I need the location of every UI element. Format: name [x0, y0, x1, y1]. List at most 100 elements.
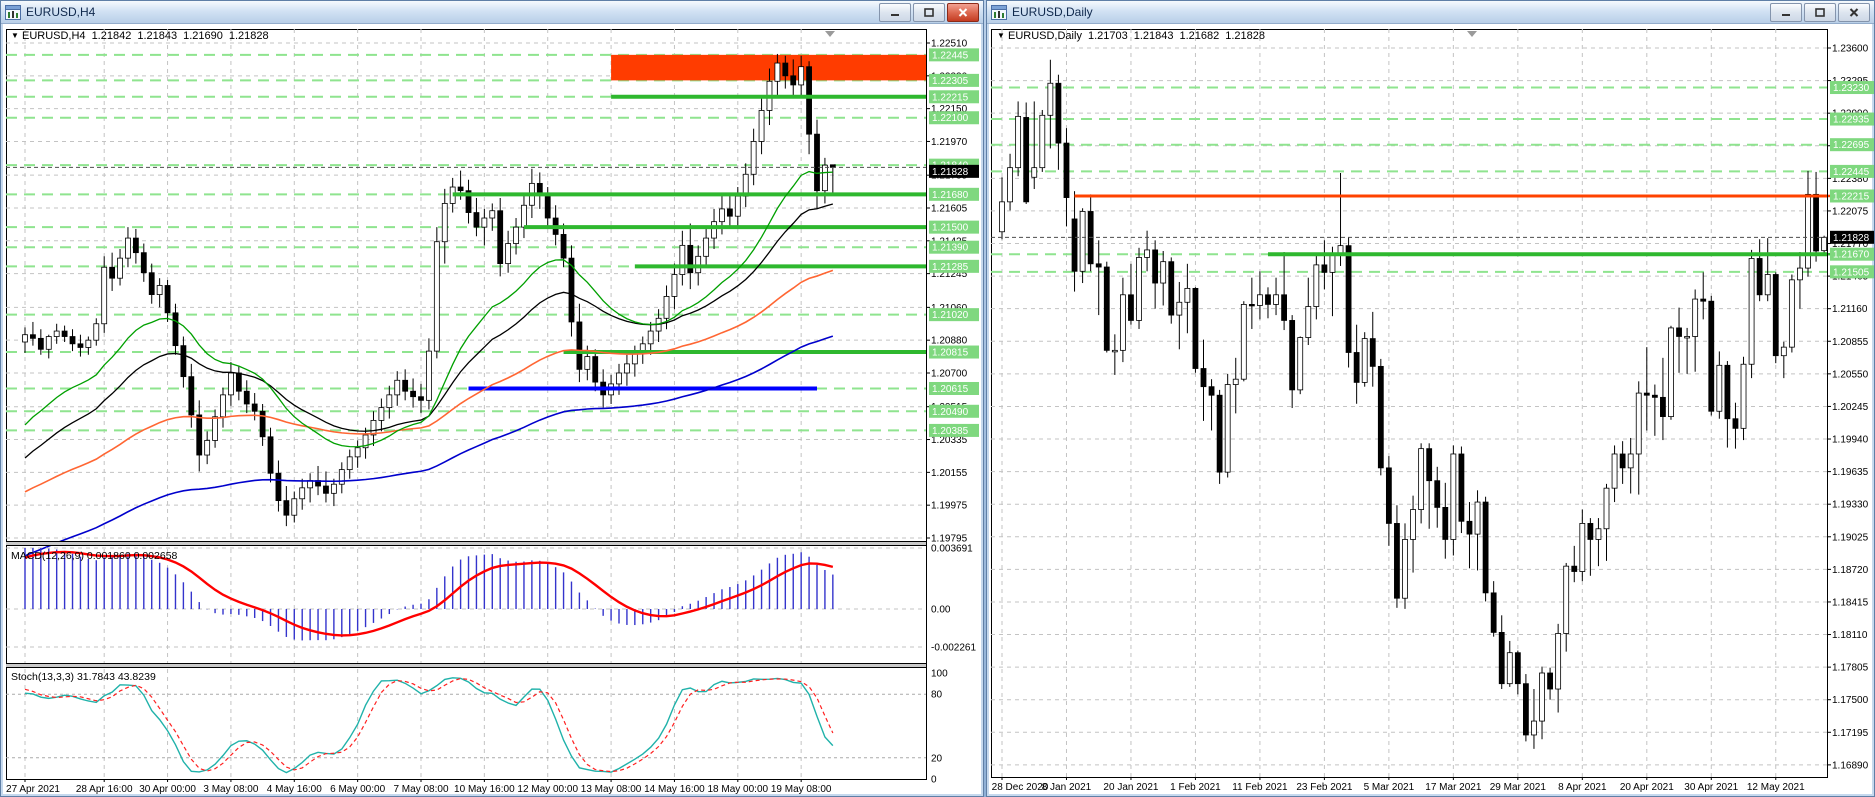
svg-text:1.21020: 1.21020	[932, 310, 969, 321]
svg-text:1.19330: 1.19330	[1832, 500, 1869, 511]
maximize-button[interactable]	[1804, 2, 1836, 22]
low-value: 1.21682	[1179, 30, 1220, 42]
open-value: 1.21842	[91, 30, 132, 42]
stoch-indicator-label: Stoch(13,3,3) 31.7843 43.8239	[11, 671, 156, 683]
svg-text:5 Mar 2021: 5 Mar 2021	[1364, 782, 1415, 793]
svg-text:1.21285: 1.21285	[932, 262, 969, 273]
svg-text:1.20155: 1.20155	[931, 468, 968, 479]
svg-text:1.22695: 1.22695	[1833, 140, 1870, 151]
svg-text:1.19025: 1.19025	[1832, 532, 1869, 543]
svg-text:1.21670: 1.21670	[1833, 250, 1870, 261]
svg-text:1.18415: 1.18415	[1832, 597, 1869, 608]
close-icon[interactable]	[1838, 2, 1870, 22]
svg-text:1.22215: 1.22215	[1833, 191, 1870, 202]
svg-text:1.20550: 1.20550	[1832, 369, 1869, 380]
svg-text:1.22445: 1.22445	[1833, 167, 1870, 178]
svg-text:10 May 16:00: 10 May 16:00	[454, 784, 515, 795]
svg-text:-0.002261: -0.002261	[931, 642, 976, 653]
svg-text:20: 20	[931, 753, 943, 764]
svg-text:1.21680: 1.21680	[932, 190, 969, 201]
svg-text:14 May 16:00: 14 May 16:00	[644, 784, 705, 795]
svg-text:1.19635: 1.19635	[1832, 467, 1869, 478]
svg-text:18 May 00:00: 18 May 00:00	[707, 784, 768, 795]
svg-text:17 Mar 2021: 17 Mar 2021	[1425, 782, 1482, 793]
svg-text:1.22305: 1.22305	[932, 76, 969, 87]
window-title: EURUSD,H4	[26, 5, 96, 19]
svg-text:1.23600: 1.23600	[1832, 44, 1869, 55]
svg-text:1.19940: 1.19940	[1832, 435, 1869, 446]
stoch-values: 31.7843 43.8239	[76, 671, 156, 683]
chevron-down-icon: ▼	[11, 31, 19, 40]
chart-icon	[5, 4, 21, 20]
open-value: 1.21703	[1087, 30, 1128, 42]
svg-text:1.20385: 1.20385	[932, 426, 969, 437]
svg-text:1.17195: 1.17195	[1832, 728, 1869, 739]
svg-text:29 Mar 2021: 29 Mar 2021	[1490, 782, 1547, 793]
svg-text:1.20245: 1.20245	[1832, 402, 1869, 413]
window-title: EURUSD,Daily	[1012, 5, 1093, 19]
svg-text:20 Jan 2021: 20 Jan 2021	[1103, 782, 1158, 793]
chart-window-h4: EURUSD,H4 1.225101.223301.221501.219701.…	[0, 0, 984, 797]
minimize-button[interactable]	[1770, 2, 1802, 22]
svg-text:1.22510: 1.22510	[931, 39, 968, 50]
svg-text:7 May 08:00: 7 May 08:00	[393, 784, 448, 795]
titlebar-daily[interactable]: EURUSD,Daily	[987, 1, 1874, 24]
symbol-label: EURUSD,H4	[21, 30, 86, 42]
svg-text:0.003691: 0.003691	[931, 544, 973, 555]
ohlc-info-h4: ▼ EURUSD,H4 1.21842 1.21843 1.21690 1.21828	[11, 30, 269, 42]
svg-text:12 May 00:00: 12 May 00:00	[517, 784, 578, 795]
macd-title: MACD(12,26,9)	[11, 550, 84, 562]
svg-text:8 Jan 2021: 8 Jan 2021	[1042, 782, 1092, 793]
svg-text:1.20815: 1.20815	[932, 348, 969, 359]
low-value: 1.21690	[183, 30, 223, 42]
svg-text:30 Apr 00:00: 30 Apr 00:00	[139, 784, 196, 795]
svg-text:28 Apr 16:00: 28 Apr 16:00	[76, 784, 133, 795]
ohlc-info-daily: ▼ EURUSD,Daily 1.21703 1.21843 1.21682 1.218…	[997, 30, 1265, 42]
svg-text:1.22075: 1.22075	[1832, 206, 1869, 217]
svg-text:1.18720: 1.18720	[1832, 565, 1869, 576]
svg-text:19 May 08:00: 19 May 08:00	[771, 784, 832, 795]
svg-text:1 Feb 2021: 1 Feb 2021	[1170, 782, 1221, 793]
svg-text:1.20700: 1.20700	[931, 368, 968, 379]
svg-text:4 May 16:00: 4 May 16:00	[267, 784, 322, 795]
chart-icon	[991, 4, 1007, 20]
svg-text:13 May 08:00: 13 May 08:00	[581, 784, 642, 795]
svg-text:1.20855: 1.20855	[1832, 337, 1869, 348]
svg-text:30 Apr 2021: 30 Apr 2021	[1684, 782, 1738, 793]
daily-chart-canvas[interactable]: 1.236001.232951.229901.226851.223801.220…	[989, 24, 1874, 796]
svg-text:1.22445: 1.22445	[932, 50, 969, 61]
svg-text:100: 100	[931, 669, 948, 680]
svg-text:0.00: 0.00	[931, 605, 951, 616]
svg-text:23 Feb 2021: 23 Feb 2021	[1296, 782, 1353, 793]
svg-text:1.21605: 1.21605	[931, 203, 968, 214]
chevron-down-icon: ▼	[997, 31, 1005, 40]
high-value: 1.21843	[137, 30, 178, 42]
macd-indicator-label: MACD(12,26,9) 0.001860 0.002658	[11, 550, 177, 562]
svg-text:1.18110: 1.18110	[1832, 630, 1868, 641]
close-icon[interactable]	[947, 2, 979, 22]
svg-text:1.21390: 1.21390	[932, 243, 969, 254]
svg-text:1.21160: 1.21160	[1832, 304, 1868, 315]
svg-text:1.23230: 1.23230	[1833, 83, 1870, 94]
high-value: 1.21843	[1133, 30, 1174, 42]
chart-area-daily[interactable]: 1.236001.232951.229901.226851.223801.220…	[989, 24, 1874, 796]
svg-text:1.22935: 1.22935	[1833, 115, 1870, 126]
minimize-button[interactable]	[879, 2, 911, 22]
svg-text:1.21500: 1.21500	[932, 223, 969, 234]
chart-area-h4[interactable]: 1.225101.223301.221501.219701.217851.216…	[3, 24, 981, 795]
svg-text:1.21970: 1.21970	[931, 137, 968, 148]
maximize-button[interactable]	[913, 2, 945, 22]
mdi-workspace: EURUSD,H4 1.225101.223301.221501.219701.…	[0, 0, 1875, 797]
svg-text:1.16890: 1.16890	[1832, 760, 1869, 771]
svg-text:6 May 00:00: 6 May 00:00	[330, 784, 385, 795]
stoch-title: Stoch(13,3,3)	[11, 671, 75, 683]
svg-text:11 Feb 2021: 11 Feb 2021	[1232, 782, 1288, 793]
svg-text:1.22100: 1.22100	[932, 113, 969, 124]
titlebar-h4[interactable]: EURUSD,H4	[1, 1, 983, 24]
svg-text:27 Apr 2021: 27 Apr 2021	[6, 784, 60, 795]
svg-text:1.21828: 1.21828	[1833, 233, 1870, 244]
macd-values: 0.001860 0.002658	[86, 550, 178, 562]
svg-text:1.22215: 1.22215	[932, 92, 969, 103]
svg-text:1.17500: 1.17500	[1832, 695, 1869, 706]
svg-text:1.17805: 1.17805	[1832, 663, 1869, 674]
